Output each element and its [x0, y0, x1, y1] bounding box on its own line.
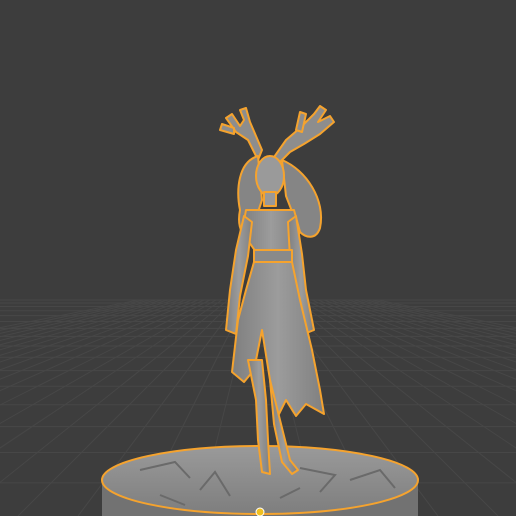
head	[255, 155, 285, 197]
skirt	[231, 261, 325, 421]
3d-viewport[interactable]	[0, 0, 516, 516]
figure-mesh[interactable]	[219, 105, 335, 475]
viewport-canvas[interactable]	[0, 0, 516, 516]
object-origin-icon[interactable]	[255, 507, 265, 516]
